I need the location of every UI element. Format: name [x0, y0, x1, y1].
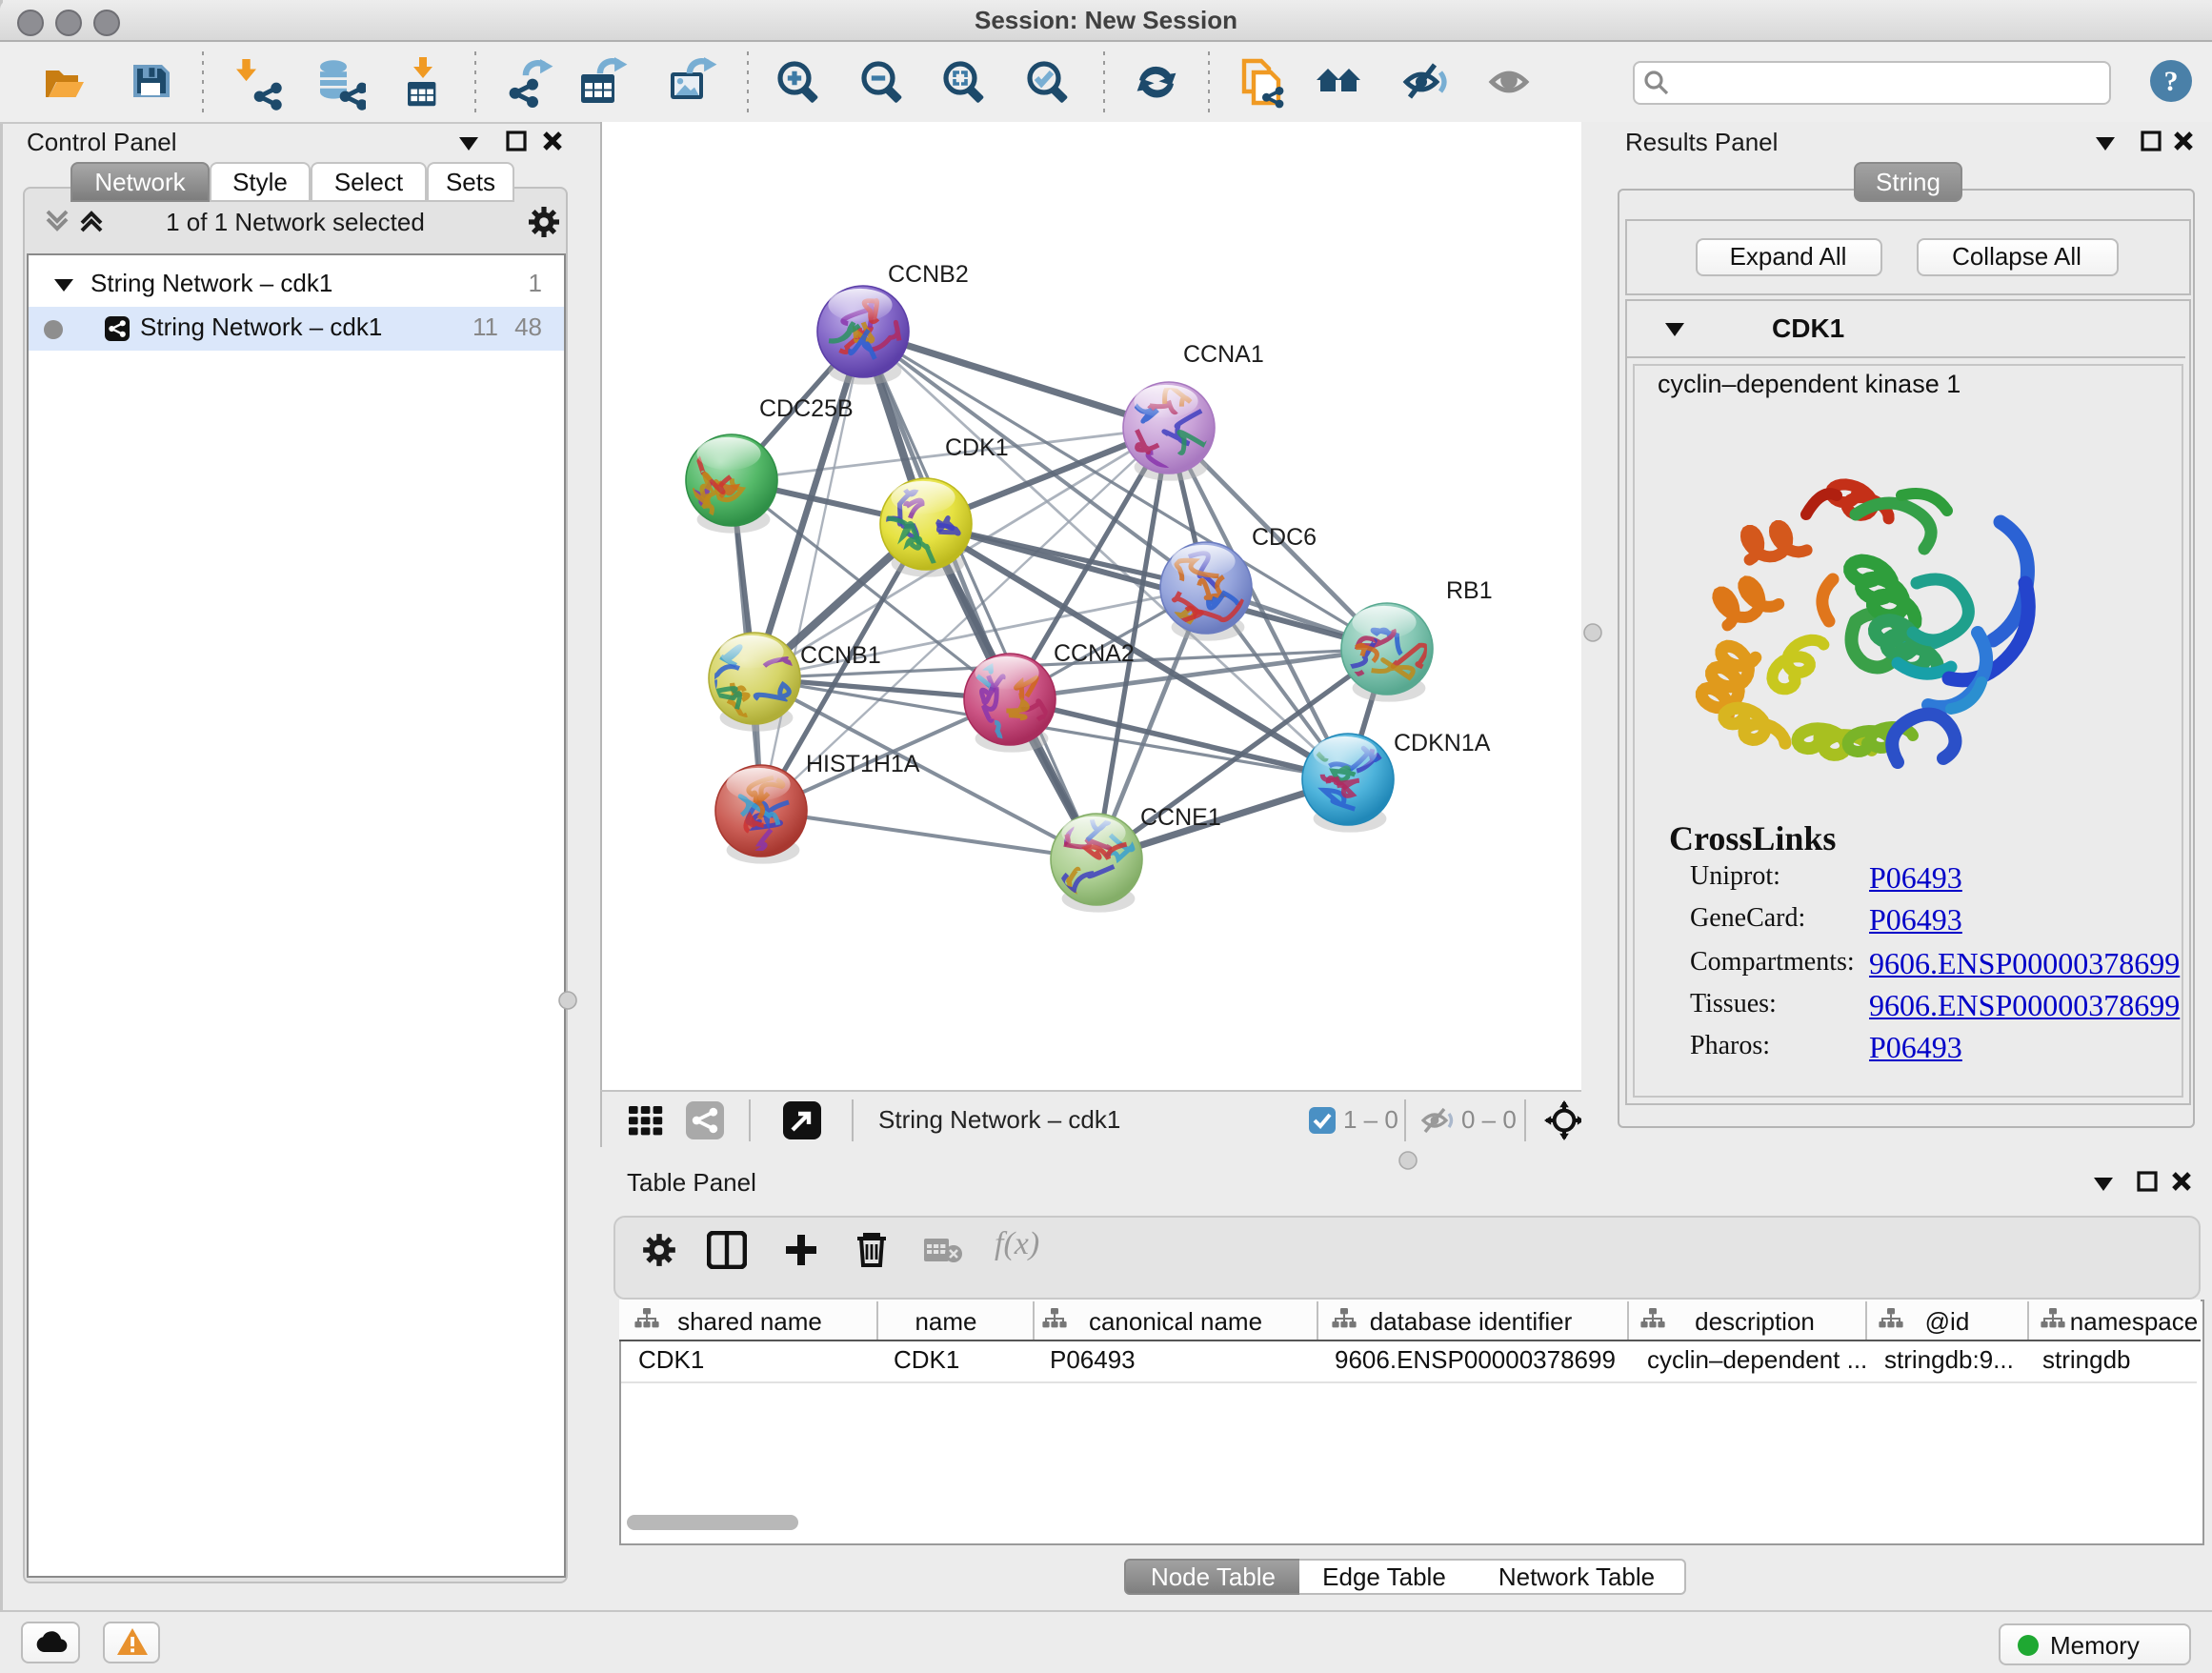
svg-text:HIST1H1A: HIST1H1A [806, 751, 920, 777]
svg-text:CCNE1: CCNE1 [1140, 804, 1221, 831]
svg-text:RB1: RB1 [1446, 577, 1493, 604]
svg-text:CCNB2: CCNB2 [888, 261, 969, 288]
svg-text:CDC6: CDC6 [1252, 524, 1317, 551]
svg-text:CCNA1: CCNA1 [1183, 341, 1264, 368]
svg-text:CCNB1: CCNB1 [800, 642, 881, 669]
svg-text:CDC25B: CDC25B [759, 395, 854, 422]
svg-text:?: ? [2164, 66, 2179, 97]
svg-text:CDKN1A: CDKN1A [1394, 730, 1491, 756]
svg-text:CDK1: CDK1 [945, 434, 1009, 461]
svg-text:CCNA2: CCNA2 [1054, 640, 1135, 667]
